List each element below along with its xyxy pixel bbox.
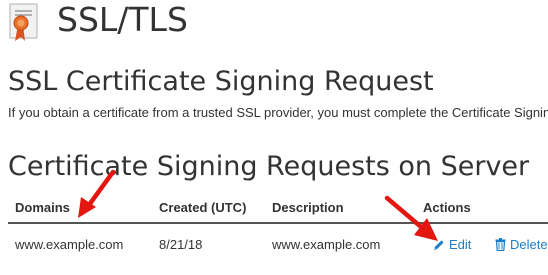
trash-icon (495, 238, 506, 251)
arrow-annotation-domains (78, 169, 116, 218)
delete-button[interactable]: Delete (495, 237, 548, 252)
csr-heading: SSL Certificate Signing Request (8, 66, 434, 97)
delete-label: Delete (510, 237, 548, 252)
column-header-description[interactable]: Description (272, 200, 344, 215)
column-header-created[interactable]: Created (UTC) (159, 200, 246, 215)
cell-created: 8/21/18 (159, 237, 203, 252)
page-title: SSL/TLS (57, 0, 188, 39)
csr-intro-text: If you obtain a certificate from a trust… (8, 105, 548, 120)
edit-label: Edit (449, 237, 472, 252)
table-header-divider (8, 222, 548, 224)
cell-description: www.example.com (272, 237, 381, 252)
column-header-domains[interactable]: Domains (15, 200, 70, 215)
cell-domain: www.example.com (15, 237, 124, 252)
certificate-icon (9, 3, 38, 41)
arrow-annotation-edit (384, 195, 438, 241)
